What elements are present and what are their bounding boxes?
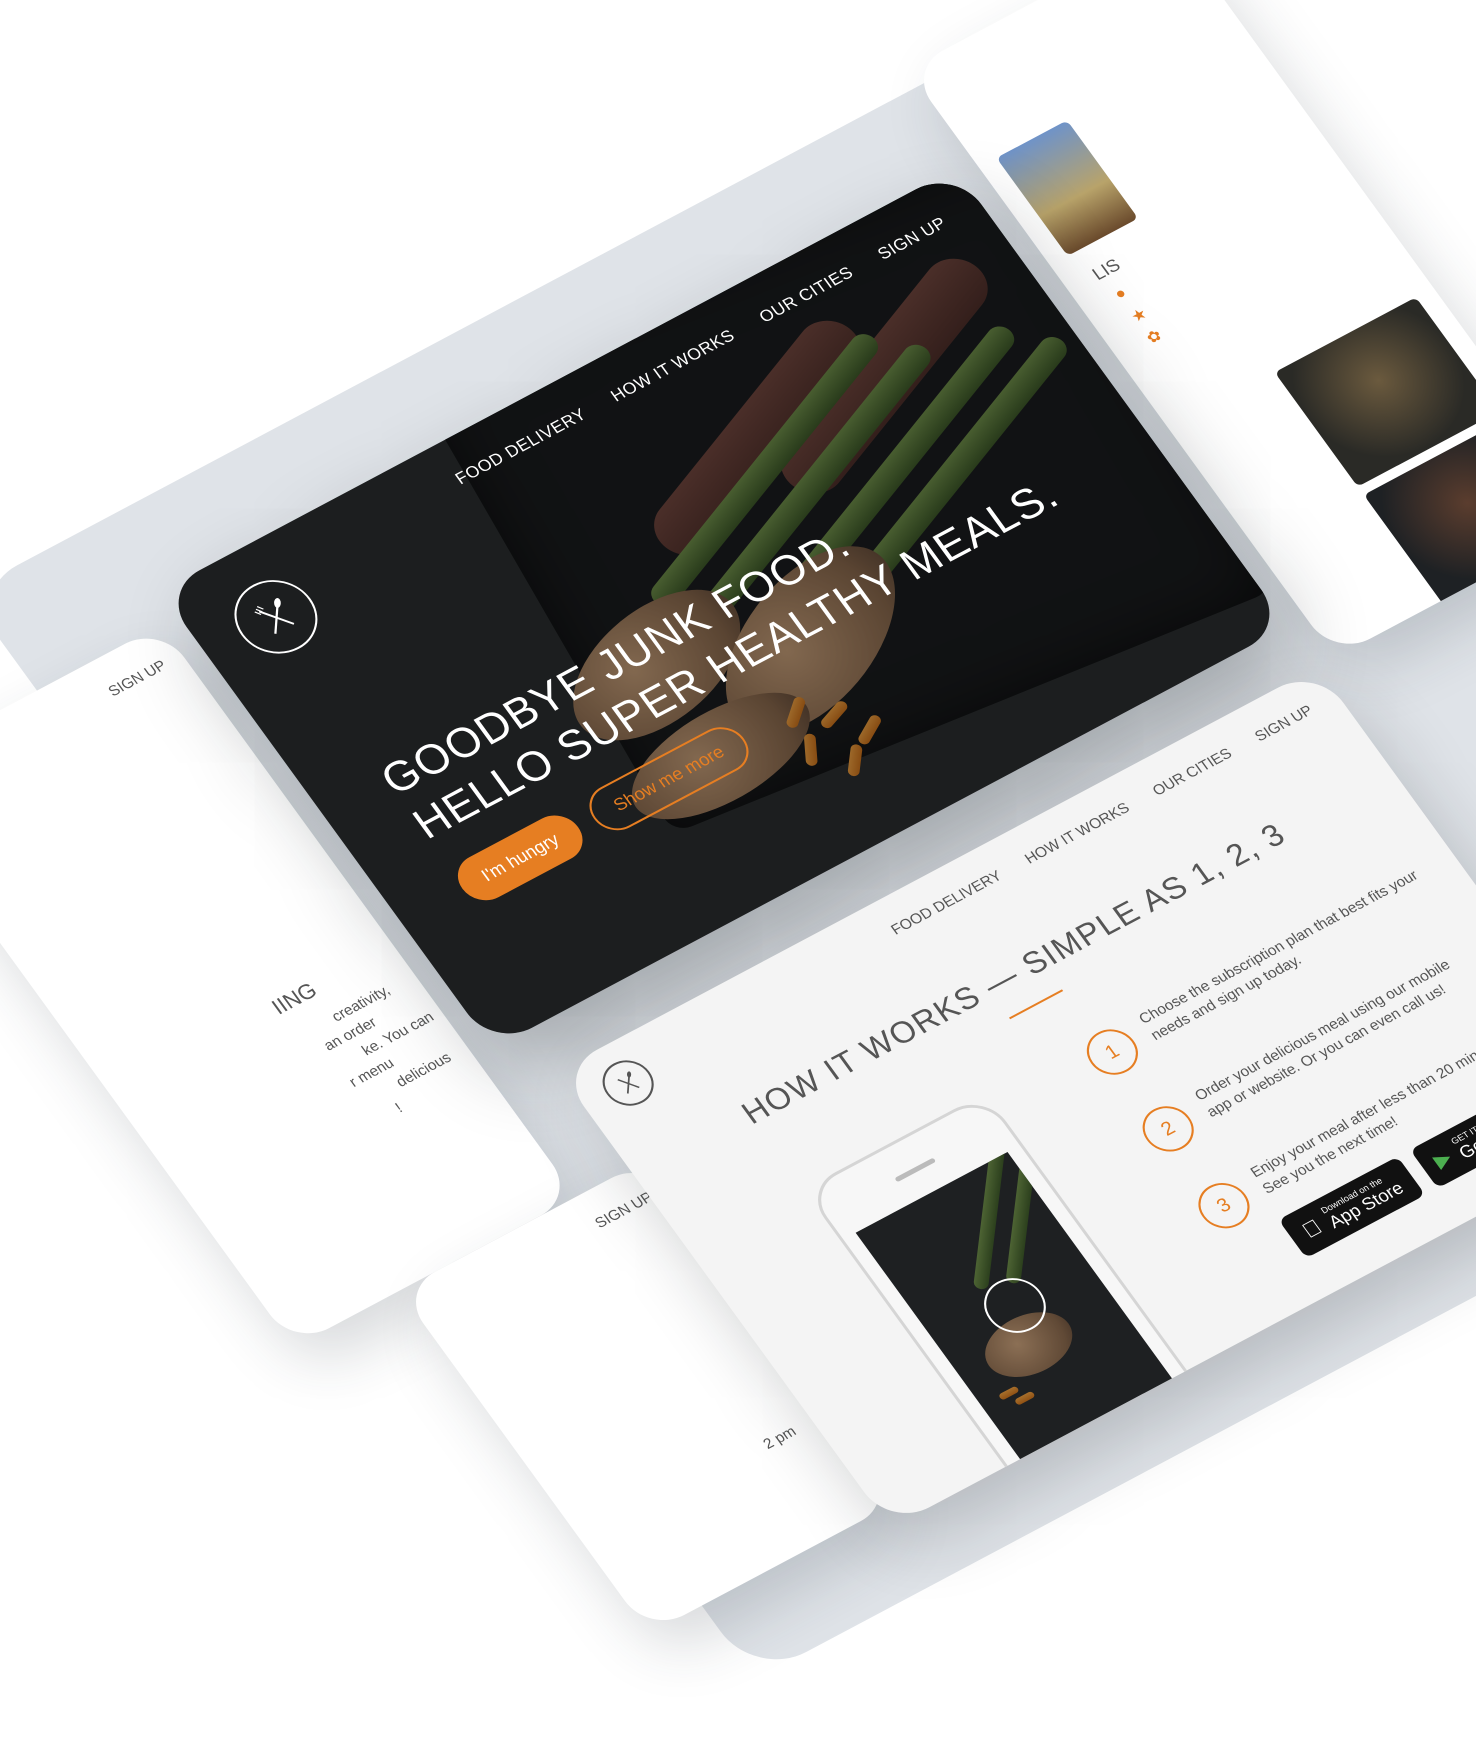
left-line-5: delicious bbox=[392, 1049, 455, 1091]
left-section-heading: IING bbox=[266, 977, 322, 1020]
bottom-signup-link[interactable]: SIGN UP bbox=[592, 1189, 657, 1232]
tilted-board: SIGN UP IING creativity, an order ke. Yo… bbox=[0, 0, 1476, 1680]
nav-our-cities[interactable]: OUR CITIES bbox=[1149, 745, 1235, 799]
step-number: 2 bbox=[1132, 1097, 1204, 1160]
fork-spoon-icon bbox=[617, 1071, 640, 1094]
bottom-time-text: 2 pm bbox=[760, 1423, 800, 1453]
star-icon: ★ bbox=[1128, 305, 1151, 327]
fork-spoon-icon bbox=[254, 598, 295, 634]
nav-sign-up[interactable]: SIGN UP bbox=[1252, 702, 1317, 745]
apple-icon:  bbox=[1297, 1214, 1327, 1243]
heading-underline bbox=[1008, 989, 1064, 1020]
twitter-icon: ✿ bbox=[1143, 327, 1166, 348]
play-triangle-icon: ▶ bbox=[1415, 1147, 1457, 1180]
step-number: 1 bbox=[1076, 1021, 1148, 1083]
left-signup-link[interactable]: SIGN UP bbox=[105, 657, 170, 700]
left-line-4: r menu bbox=[346, 1054, 398, 1091]
mockup-stage: SIGN UP IING creativity, an order ke. Yo… bbox=[0, 0, 1476, 1680]
left-line-6: ! bbox=[392, 1100, 406, 1116]
phone-speaker bbox=[894, 1157, 937, 1183]
person-icon: ● bbox=[1111, 284, 1131, 304]
omnifood-logo-small[interactable] bbox=[592, 1052, 664, 1114]
right-section-heading: LIS bbox=[1088, 254, 1125, 284]
step-number: 3 bbox=[1188, 1174, 1260, 1237]
